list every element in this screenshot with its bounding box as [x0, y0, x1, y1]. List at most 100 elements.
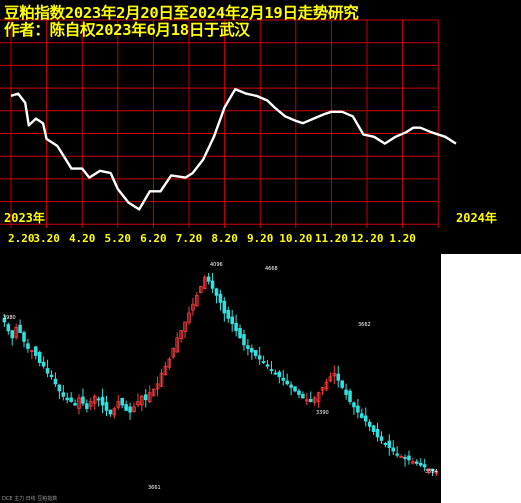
candle-down [308, 398, 313, 402]
candle-down [250, 348, 254, 353]
candle-down [418, 462, 423, 466]
candle-down [108, 409, 113, 415]
candle-down [407, 455, 411, 461]
candle-down [210, 280, 215, 289]
candle-down [238, 328, 242, 339]
candle-down [415, 461, 419, 464]
x-tick-label: 9.20 [247, 232, 274, 245]
x-tick-label: 10.20 [279, 232, 312, 245]
candle-down [360, 413, 364, 418]
candle-down [301, 393, 305, 399]
candle-down [340, 380, 344, 388]
candle-down [367, 421, 372, 427]
candle-down [375, 428, 380, 438]
candle-down [422, 464, 427, 468]
lower-candlestick-panel: 4096 4668 3980 3662 3661 3390 3584 DCE 主力 日线 豆粕… [0, 254, 441, 503]
candle-down [6, 324, 11, 332]
candle-down [285, 380, 289, 385]
candle-down [37, 351, 42, 364]
candle-down [363, 415, 368, 422]
candle-down [297, 390, 301, 395]
price-label: 3662 [358, 322, 371, 328]
candle-down [96, 398, 101, 401]
candle-down [61, 392, 66, 397]
candle-down [128, 406, 132, 413]
candle-down [218, 293, 223, 303]
candle-down [45, 368, 50, 374]
candle-down [344, 389, 348, 395]
candle-down [34, 346, 38, 356]
candle-down [104, 402, 109, 411]
candle-down [85, 403, 89, 410]
candlestick-chart: 4096 4668 3980 3662 3661 3390 3584 DCE 主力 日线 豆粕… [2, 262, 439, 502]
candle-down [18, 324, 22, 333]
candle-down [395, 453, 399, 456]
candle-down [100, 396, 105, 406]
candle-down [352, 402, 356, 408]
candle-down [124, 404, 128, 411]
x-tick-label: 3.20 [33, 232, 60, 245]
x-tick-label: 1.20 [389, 232, 416, 245]
trend-line [10, 87, 457, 211]
candle-up [399, 455, 403, 458]
candle-down [81, 396, 85, 404]
candle-down [273, 372, 278, 375]
candle-down [383, 442, 388, 445]
candle-down [269, 369, 274, 372]
candle-down [356, 405, 360, 413]
start-year-label: 2023年 [4, 211, 45, 225]
candle-down [57, 384, 62, 392]
x-tick-label: 8.20 [211, 232, 238, 245]
price-label: 3661 [148, 485, 161, 491]
upper-chart-panel: 2.20 3.20 4.20 5.20 6.20 7.20 8.20 9.20 10.20 11.… [0, 0, 521, 254]
candle-down [281, 377, 286, 381]
candle-down [41, 361, 46, 367]
price-label: 3390 [316, 410, 329, 416]
candle-down [242, 334, 246, 346]
candle-down [53, 378, 58, 385]
candle-down [144, 394, 148, 401]
candle-down [222, 300, 227, 314]
price-label: 3584 [425, 469, 438, 475]
candle-down [214, 288, 219, 296]
chart-page: 2.20 3.20 4.20 5.20 6.20 7.20 8.20 9.20 10.20 11.… [0, 0, 521, 503]
x-tick-label: 7.20 [176, 232, 203, 245]
price-label: 4668 [265, 266, 278, 272]
candle-down [120, 397, 124, 406]
candle-down [379, 436, 384, 441]
candle-down [277, 371, 282, 378]
candle-down [403, 457, 407, 460]
x-tick-label: 6.20 [140, 232, 167, 245]
x-tick-label: 2.20 [8, 232, 35, 245]
candle-down [73, 403, 77, 406]
blank-area [441, 254, 521, 503]
candle-down [65, 397, 69, 401]
candle-down [49, 374, 54, 378]
candle-down [226, 309, 231, 319]
candle-down [371, 425, 376, 433]
x-tick-label: 4.20 [69, 232, 96, 245]
candle-down [26, 343, 30, 349]
end-year-label: 2024年 [456, 211, 497, 225]
x-tick-label: 11.20 [315, 232, 348, 245]
x-tick-label: 5.20 [105, 232, 132, 245]
candle-down [22, 332, 26, 342]
chart-footer: DCE 主力 日线 豆粕指数 [2, 495, 57, 502]
candle-down [348, 390, 352, 402]
candle-down [387, 440, 392, 448]
candle-down [261, 361, 266, 364]
candle-down [289, 384, 293, 388]
candle-down [336, 373, 341, 381]
candle-down [257, 355, 262, 360]
candle-down [253, 350, 258, 356]
candle-down [10, 330, 15, 339]
price-label: 4096 [210, 262, 223, 268]
candle-down [230, 316, 234, 325]
chart-subtitle: 作者：陈自权2023年6月18日于武汉 [4, 21, 250, 39]
candle-down [69, 397, 73, 402]
candle-down [234, 322, 238, 332]
price-label: 3980 [3, 315, 16, 321]
candle-down [246, 345, 250, 349]
candle-down [265, 364, 270, 367]
candle-down [391, 447, 396, 452]
